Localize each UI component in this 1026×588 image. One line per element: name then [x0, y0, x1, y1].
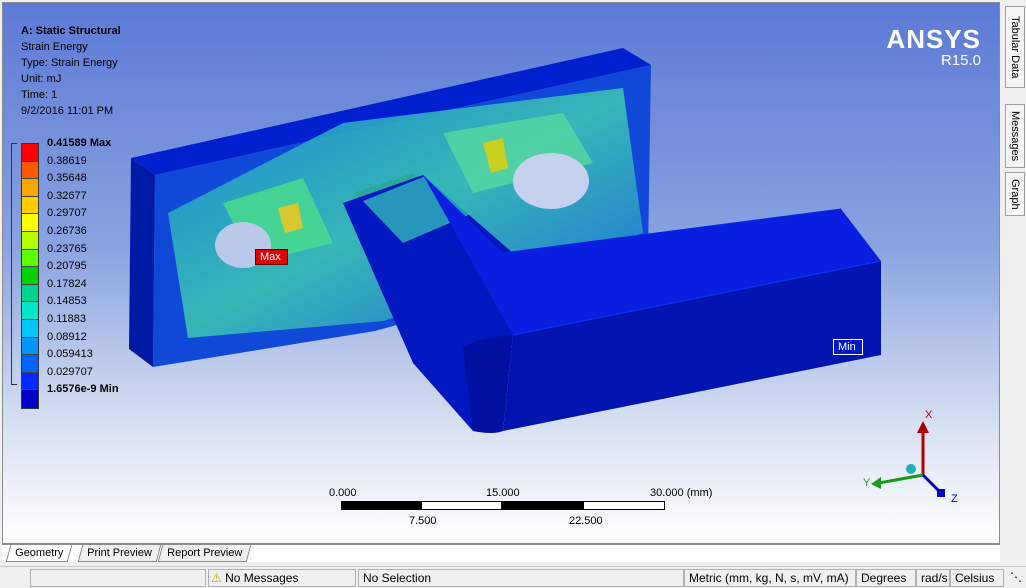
- scale-tick-30: 30.000 (mm): [650, 487, 713, 499]
- result-time: Time: 1: [21, 89, 58, 101]
- scale-tick-22-5: 22.500: [569, 515, 603, 527]
- result-info: A: Static Structural Strain Energy Type:…: [21, 23, 121, 119]
- legend-color-bar: [21, 143, 39, 409]
- logo-version: R15.0: [940, 52, 981, 69]
- scale-tick-0: 0.000: [329, 487, 357, 499]
- scale-segment: [421, 501, 502, 510]
- right-bolt-hole: [513, 153, 589, 209]
- legend-label: 0.11883: [47, 312, 86, 325]
- legend-swatch: [22, 196, 38, 215]
- result-name: Strain Energy: [21, 41, 88, 53]
- tab-tabular-data[interactable]: Tabular Data: [1005, 6, 1025, 88]
- legend-label: 0.23765: [47, 242, 87, 255]
- legend-swatch: [22, 319, 38, 338]
- legend-swatch: [22, 372, 38, 391]
- legend-swatch: [22, 214, 38, 232]
- legend-swatch: [22, 355, 38, 373]
- status-bar: ⚠ No Messages No Selection Metric (mm, k…: [0, 566, 1026, 588]
- plate-left-face: [129, 158, 155, 367]
- legend-label: 0.35648: [47, 172, 87, 185]
- result-type: Type: Strain Energy: [21, 57, 118, 69]
- status-unit-system[interactable]: Metric (mm, kg, N, s, mV, mA): [684, 569, 856, 587]
- legend-label: 1.6576e-9 Min: [47, 383, 119, 396]
- legend-swatch: [22, 179, 38, 197]
- legend-label: 0.059413: [47, 348, 93, 361]
- tab-report-preview[interactable]: Report Preview: [157, 545, 252, 562]
- resize-grip-icon[interactable]: ⋱: [1006, 569, 1024, 587]
- ansys-logo: ANSYS R15.0: [886, 25, 981, 69]
- legend-swatch: [22, 144, 38, 162]
- legend-label: 0.14853: [47, 295, 87, 308]
- legend-swatch: [22, 337, 38, 356]
- triad-z-label: Z: [951, 493, 958, 505]
- result-date: 9/2/2016 11:01 PM: [21, 105, 114, 117]
- legend-label: 0.17824: [47, 277, 87, 290]
- scale-tick-7-5: 7.500: [409, 515, 437, 527]
- tab-graph[interactable]: Graph: [1005, 172, 1025, 216]
- legend-swatch: [22, 267, 38, 285]
- view-tab-strip: Geometry Print Preview Report Preview: [2, 544, 1000, 562]
- ansys-mechanical-window: A: Static Structural Strain Energy Type:…: [0, 0, 1026, 588]
- legend-swatch: [22, 161, 38, 180]
- result-unit: Unit: mJ: [21, 73, 62, 85]
- legend-label: 0.029707: [47, 365, 93, 378]
- legend-label: 0.32677: [47, 189, 87, 202]
- legend-swatch: [22, 390, 38, 408]
- tab-print-preview[interactable]: Print Preview: [77, 545, 162, 562]
- status-temp-unit[interactable]: Celsius: [950, 569, 1004, 587]
- coordinate-triad[interactable]: X Y Z: [853, 403, 973, 513]
- legend-bracket: [11, 143, 17, 385]
- status-empty: [30, 569, 206, 587]
- status-angle-unit[interactable]: Degrees: [856, 569, 916, 587]
- status-rate-unit[interactable]: rad/s: [916, 569, 950, 587]
- scale-segment: [583, 501, 665, 510]
- scale-tick-15: 15.000: [486, 487, 520, 499]
- max-probe-label[interactable]: Max: [255, 249, 288, 265]
- side-tab-strip: Tabular Data Messages Graph: [1003, 2, 1026, 242]
- legend-label: 0.26736: [47, 224, 87, 237]
- model-render[interactable]: [3, 3, 1000, 544]
- status-selection: No Selection: [358, 569, 684, 587]
- legend-swatch: [22, 249, 38, 268]
- legend-label: 0.41589 Max: [47, 137, 112, 149]
- graphics-viewport[interactable]: A: Static Structural Strain Energy Type:…: [2, 2, 1000, 544]
- legend-label: 0.20795: [47, 260, 87, 273]
- legend-label: 0.29707: [47, 207, 87, 220]
- scale-segment: [341, 501, 421, 510]
- analysis-title: A: Static Structural: [21, 25, 121, 37]
- scale-segment: [502, 501, 583, 510]
- min-probe-label[interactable]: Min: [833, 339, 863, 355]
- legend-swatch: [22, 231, 38, 250]
- triad-y-label: Y: [863, 477, 871, 489]
- legend-labels: 0.41589 Max 0.38619 0.35648 0.32677 0.29707 0…: [47, 135, 119, 399]
- legend-label: 0.08912: [47, 330, 87, 343]
- legend-swatch: [22, 302, 38, 320]
- logo-name: ANSYS: [886, 24, 981, 54]
- info-icon: ⚠: [211, 571, 222, 585]
- legend-label: 0.38619: [47, 154, 87, 167]
- status-messages[interactable]: ⚠ No Messages: [208, 569, 356, 587]
- tab-messages[interactable]: Messages: [1005, 104, 1025, 168]
- legend-swatch: [22, 284, 38, 303]
- triad-x-label: X: [925, 409, 933, 421]
- tab-geometry[interactable]: Geometry: [5, 545, 73, 562]
- scale-ruler: 0.000 15.000 30.000 (mm) 7.500 22.500: [323, 485, 723, 535]
